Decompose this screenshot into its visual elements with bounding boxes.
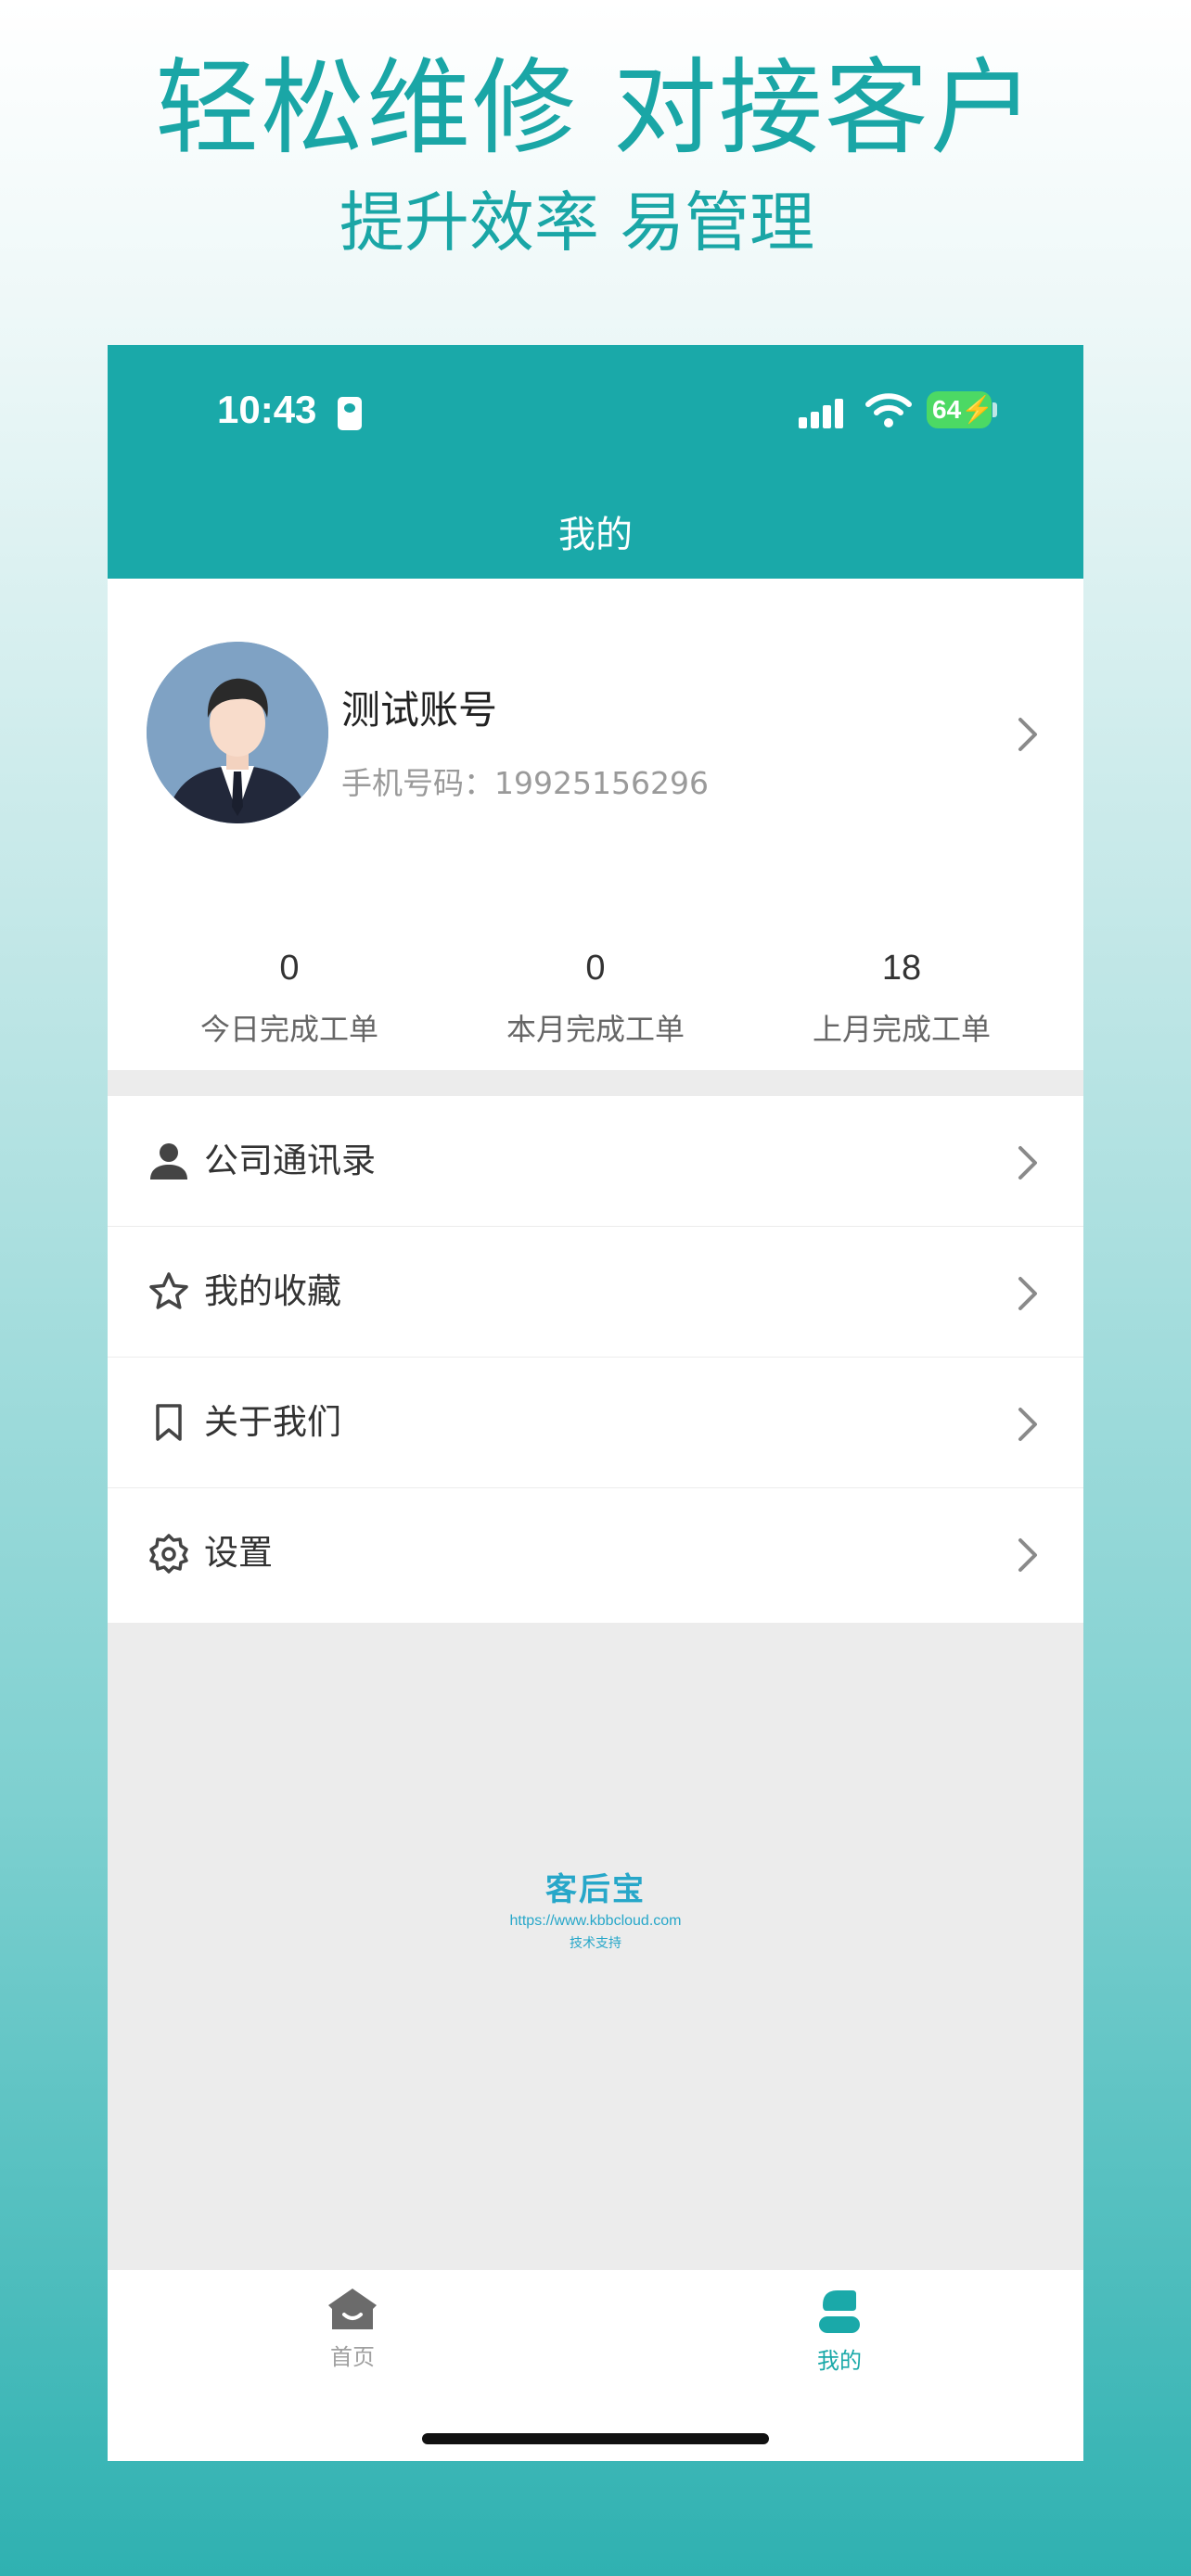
chevron-right-icon: [1018, 1277, 1037, 1310]
watermark-brand: 客后宝: [545, 1871, 646, 1908]
tab-home[interactable]: 首页: [260, 2287, 445, 2371]
wifi-icon: [865, 393, 912, 427]
menu-item-label: 设置: [204, 1533, 273, 1573]
battery-level: 64: [932, 395, 962, 424]
top-bar: 10:43 64⚡ 我的: [108, 345, 1083, 579]
stat-this-month[interactable]: 0 本月完成工单: [442, 945, 749, 1049]
menu-item-about[interactable]: 关于我们: [108, 1358, 1083, 1488]
hero-headline: 轻松维修 对接客户: [155, 48, 1036, 169]
avatar[interactable]: [147, 642, 328, 823]
tab-bar: 首页 我的: [108, 2270, 1083, 2461]
stat-label: 上月完成工单: [812, 1012, 991, 1047]
stat-value: 0: [585, 949, 606, 988]
menu-item-label: 我的收藏: [204, 1271, 341, 1311]
battery-icon: 64⚡: [927, 391, 993, 428]
chevron-right-icon: [1018, 1146, 1037, 1180]
star-icon: [149, 1272, 188, 1309]
menu-item-label: 关于我们: [204, 1402, 341, 1442]
user-phone: 手机号码：19925156296: [341, 765, 709, 801]
page-title: 我的: [558, 514, 633, 556]
watermark-url: https://www.kbbcloud.com: [509, 1913, 682, 1929]
tab-mine[interactable]: 我的: [747, 2287, 932, 2375]
battery-cap: [992, 402, 997, 417]
status-time: 10:43: [217, 388, 317, 431]
profile-card[interactable]: 测试账号 手机号码：19925156296 0 今日完成工单 0 本月完成工单 …: [108, 579, 1083, 1070]
avatar-person-icon: [147, 642, 328, 823]
tab-label: 首页: [330, 2344, 375, 2370]
user-name: 测试账号: [341, 687, 498, 733]
stat-today[interactable]: 0 今日完成工单: [136, 945, 442, 1049]
stat-label: 今日完成工单: [199, 1012, 378, 1047]
stat-label: 本月完成工单: [506, 1012, 685, 1047]
profile-icon: [819, 2290, 860, 2333]
stat-value: 18: [881, 949, 922, 988]
contact-badge-icon: [338, 397, 362, 430]
stat-last-month[interactable]: 18 上月完成工单: [749, 945, 1055, 1049]
menu-item-label: 公司通讯录: [204, 1141, 376, 1180]
chevron-right-icon[interactable]: [1017, 716, 1039, 753]
stat-value: 0: [279, 949, 300, 988]
watermark-caption: 技术支持: [570, 1936, 621, 1951]
menu-item-settings[interactable]: 设置: [108, 1488, 1083, 1619]
gear-icon: [149, 1534, 188, 1574]
menu-item-contacts[interactable]: 公司通讯录: [108, 1096, 1083, 1227]
menu-item-favorites[interactable]: 我的收藏: [108, 1227, 1083, 1358]
bookmark-icon: [156, 1404, 182, 1441]
chevron-right-icon: [1018, 1538, 1037, 1572]
chevron-right-icon: [1018, 1408, 1037, 1441]
phone-screen: 10:43 64⚡ 我的 测试账号 手机号码：19925156296 0 今日完…: [108, 345, 1083, 2461]
tab-label: 我的: [817, 2348, 862, 2374]
cellular-signal-icon: [799, 397, 852, 428]
person-icon: [150, 1143, 187, 1180]
home-indicator[interactable]: [422, 2433, 769, 2444]
brand-watermark: 客后宝 https://www.kbbcloud.com 技术支持: [108, 1864, 1083, 1952]
settings-menu: 公司通讯录 我的收藏 关于我们 设置: [108, 1096, 1083, 1623]
home-icon: [328, 2289, 377, 2329]
hero-subheadline: 提升效率 易管理: [339, 185, 815, 261]
